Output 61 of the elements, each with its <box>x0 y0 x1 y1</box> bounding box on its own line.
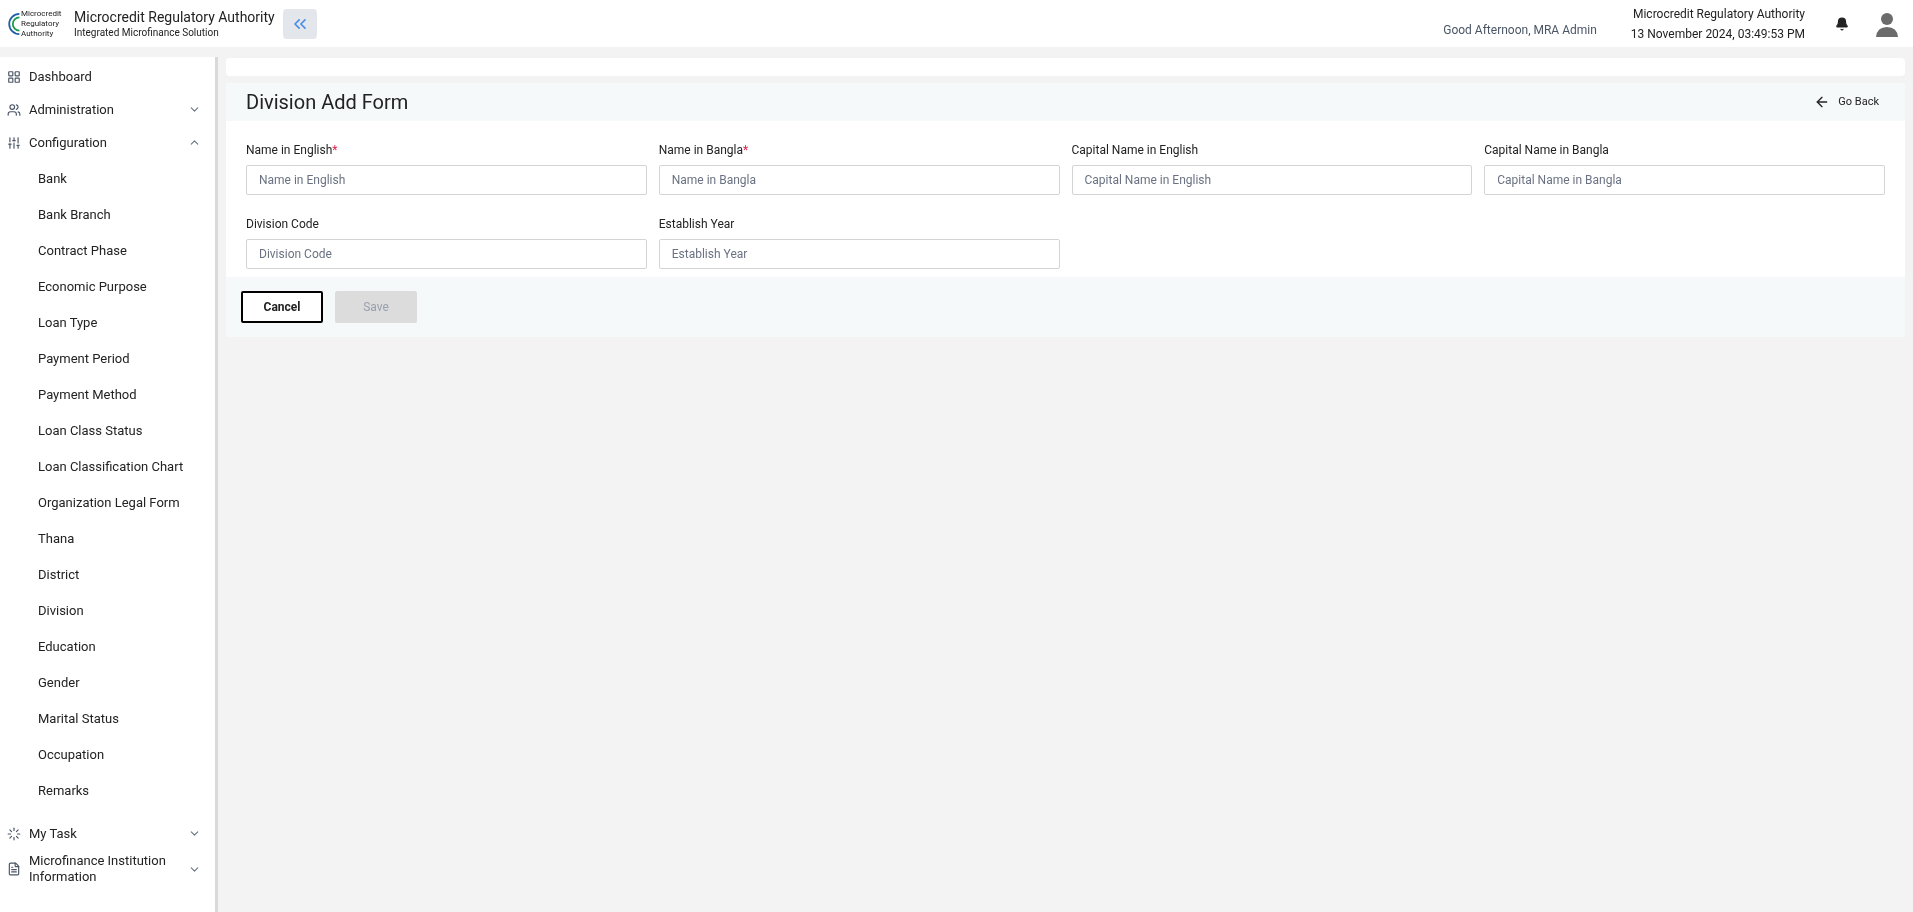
input-field[interactable]: Establish Year <box>658 239 1060 269</box>
cancel-button[interactable]: Cancel <box>241 291 323 323</box>
go-back-button[interactable]: Go Back <box>1814 93 1879 111</box>
input-field[interactable]: Name in Bangla <box>658 165 1060 195</box>
input-field[interactable]: Capital Name in Bangla <box>1484 165 1885 195</box>
greeting-text: Good Afternoon, MRA Admin <box>1443 22 1597 39</box>
sidebar-item[interactable]: Microfinance Institution Information <box>0 850 215 888</box>
required-marker: * <box>743 142 749 159</box>
sidebar-subitem[interactable]: Marital Status <box>0 701 215 737</box>
sidebar-subitem[interactable]: Loan Classification Chart <box>0 449 215 485</box>
sidebar-subitem[interactable]: District <box>0 557 215 593</box>
sidebar-item-label: Dashboard <box>29 68 93 85</box>
sidebar-item-label: Administration <box>29 101 115 118</box>
org-name: Microcredit Regulatory Authority <box>74 7 275 26</box>
sidebar-item[interactable]: Administration <box>0 93 215 126</box>
sidebar-subitem[interactable]: Contract Phase <box>0 233 215 269</box>
sidebar-subitem[interactable]: Loan Class Status <box>0 413 215 449</box>
sidebar-subitem[interactable]: Thana <box>0 521 215 557</box>
org-subtitle: Integrated Microfinance Solution <box>74 25 220 40</box>
field-label: Name in English <box>246 142 333 159</box>
sidebar-subitem[interactable]: Remarks <box>0 773 215 809</box>
field-label: Capital Name in English <box>1071 142 1199 159</box>
input-field[interactable]: Division Code <box>246 239 647 269</box>
input-field[interactable]: Capital Name in English <box>1071 165 1473 195</box>
notification-icon[interactable] <box>1835 16 1849 31</box>
sidebar-subitem[interactable]: Bank <box>0 161 215 197</box>
sidebar-subitem[interactable]: Loan Type <box>0 305 215 341</box>
sidebar-item[interactable]: Dashboard <box>0 60 215 93</box>
sidebar-item[interactable]: My Task <box>0 817 215 850</box>
sidebar-item-label: My Task <box>29 825 78 842</box>
logo-text: Regulatory <box>21 18 61 29</box>
collapse-sidebar-button[interactable] <box>282 8 317 39</box>
sidebar-subitem[interactable]: Payment Method <box>0 377 215 413</box>
sidebar-subitem[interactable]: Education <box>0 629 215 665</box>
sidebar-subitem[interactable]: Payment Period <box>0 341 215 377</box>
field-label: Division Code <box>246 216 319 233</box>
form-title: Division Add Form <box>246 89 410 116</box>
sidebar-item-label: Configuration <box>29 134 108 151</box>
avatar-icon[interactable] <box>1875 10 1899 37</box>
spinner-icon <box>7 826 21 841</box>
authority-name: Microcredit Regulatory Authority <box>1632 5 1805 23</box>
logo-text: Authority <box>21 28 55 39</box>
logo-text: Microcredit <box>21 8 62 19</box>
sidebar-subitem[interactable]: Division <box>0 593 215 629</box>
sidebar-item[interactable]: Configuration <box>0 126 215 159</box>
field-label: Capital Name in Bangla <box>1484 142 1609 159</box>
sidebar-subitem[interactable]: Bank Branch <box>0 197 215 233</box>
field-label: Establish Year <box>658 216 735 233</box>
sidebar-subitem[interactable]: Economic Purpose <box>0 269 215 305</box>
input-field[interactable]: Name in English <box>246 165 647 195</box>
date-time: 13 November 2024, 03:49:53 PM <box>1630 25 1805 43</box>
grid-icon <box>7 69 21 84</box>
sidebar-subitem[interactable]: Organization Legal Form <box>0 485 215 521</box>
users-icon <box>7 102 21 117</box>
sidebar-subitem[interactable]: Gender <box>0 665 215 701</box>
sidebar-item-label: Microfinance Institution Information <box>29 853 167 885</box>
field-label: Name in Bangla <box>658 142 744 159</box>
document-icon <box>7 862 21 876</box>
sliders-icon <box>7 135 21 150</box>
sidebar-subitem[interactable]: Occupation <box>0 737 215 773</box>
required-marker: * <box>332 142 338 159</box>
